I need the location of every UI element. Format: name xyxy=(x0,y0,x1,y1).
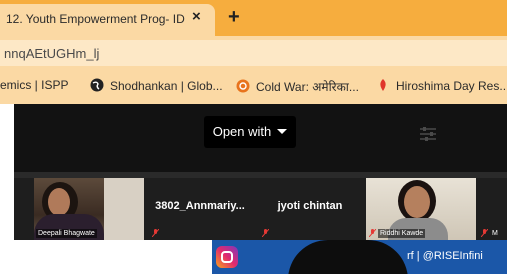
presentation-banner: rf | @RISEInfini xyxy=(212,240,507,274)
url-text: nnqAEtUGHm_lj xyxy=(4,46,100,61)
mic-off-icon xyxy=(481,229,488,237)
bookmarks-bar: emics | ISPP Shodhankan | Glob... Cold W… xyxy=(0,70,507,104)
participant-tile-deepali[interactable]: Deepali Bhagwate xyxy=(34,178,144,240)
speaker-silhouette xyxy=(288,240,408,274)
open-with-label: Open with xyxy=(212,124,272,139)
mic-off-icon xyxy=(262,229,269,237)
toolbar: nnqAEtUGHm_lj xyxy=(0,36,507,70)
rss-icon xyxy=(236,79,250,93)
bookmark-cold-war[interactable]: Cold War: अमेरिका... xyxy=(236,78,359,95)
new-tab-button[interactable]: + xyxy=(228,6,240,29)
participant-tile-m[interactable]: M xyxy=(478,178,507,240)
participant-name: 3802_Annmariy... xyxy=(155,200,245,212)
bookmark-label: Hiroshima Day Res... xyxy=(396,79,507,93)
bookmark-label: Shodhankan | Glob... xyxy=(110,79,223,93)
chevron-down-icon xyxy=(277,129,288,134)
bookmark-ispp[interactable]: emics | ISPP xyxy=(0,78,68,92)
bookmark-label: Cold War: अमेरिका... xyxy=(256,80,359,94)
bookmark-shodhankan[interactable]: Shodhankan | Glob... xyxy=(90,78,223,93)
bookmark-icon xyxy=(380,79,386,91)
participant-tile-riddhi[interactable]: Riddhi Kawde xyxy=(366,178,476,240)
address-bar[interactable]: nnqAEtUGHm_lj xyxy=(0,40,507,66)
participants-strip: Deepali Bhagwate 3802_Annmariy... jyoti … xyxy=(14,178,507,240)
close-tab-icon[interactable]: × xyxy=(192,8,201,25)
participant-name: jyoti chintan xyxy=(277,200,343,212)
participant-tile-annmariy[interactable]: 3802_Annmariy... xyxy=(146,178,254,240)
participant-name: Riddhi Kawde xyxy=(378,229,426,238)
globe-icon xyxy=(90,78,104,92)
instagram-icon xyxy=(216,246,238,268)
tab-title: 12. Youth Empowerment Prog- ID xyxy=(6,12,185,26)
participant-tile-jyoti[interactable]: jyoti chintan xyxy=(256,178,364,240)
bookmark-label: emics | ISPP xyxy=(0,78,69,92)
video-viewer-header: Open with xyxy=(14,104,507,172)
mic-off-icon xyxy=(369,229,376,237)
participant-name: M xyxy=(492,230,498,237)
banner-text: rf | @RISEInfini xyxy=(407,250,483,262)
participant-name: Deepali Bhagwate xyxy=(36,229,97,238)
tab-strip: 12. Youth Empowerment Prog- ID × + xyxy=(0,0,507,36)
tab-youth-empowerment[interactable]: 12. Youth Empowerment Prog- ID × xyxy=(0,4,215,36)
bookmark-hiroshima[interactable]: Hiroshima Day Res... xyxy=(376,78,507,93)
browser-window: 12. Youth Empowerment Prog- ID × + nnqAE… xyxy=(0,0,507,274)
open-with-button[interactable]: Open with xyxy=(204,116,296,148)
sliders-icon[interactable] xyxy=(418,124,438,144)
mic-off-icon xyxy=(152,229,159,237)
